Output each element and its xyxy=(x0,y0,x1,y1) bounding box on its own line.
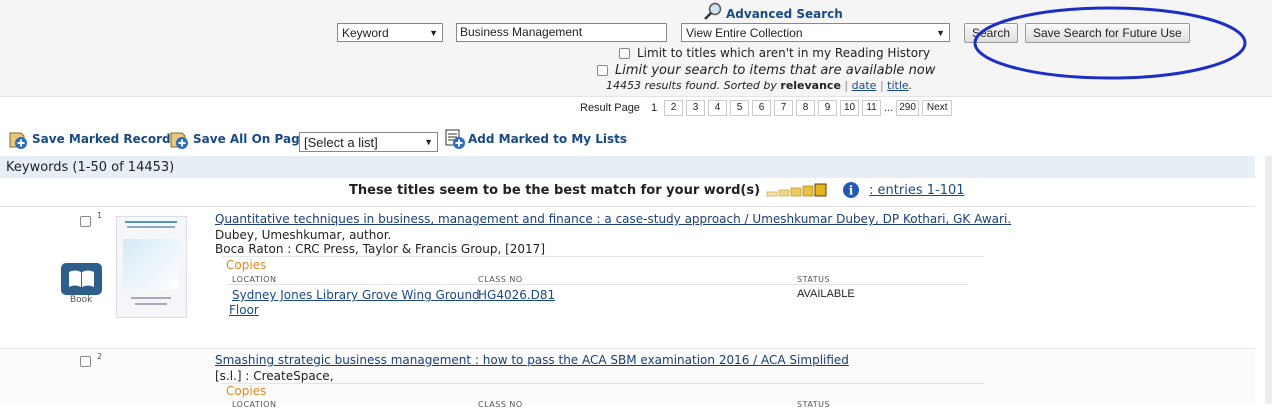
limit-available-option[interactable]: Limit your search to items that are avai… xyxy=(597,63,935,78)
chevron-down-icon: ▼ xyxy=(936,27,945,38)
status-column-header: STATUS xyxy=(797,275,831,284)
book-format-icon xyxy=(61,263,102,295)
book-cover[interactable] xyxy=(116,216,187,318)
cover-title-line xyxy=(127,226,175,228)
pagination-page[interactable]: 11 xyxy=(862,100,882,116)
collection-value: View Entire Collection xyxy=(686,25,803,40)
location-link[interactable]: Sydney Jones Library Grove Wing Ground xyxy=(232,288,480,302)
class-column-header: CLASS NO xyxy=(478,275,523,284)
limit-history-checkbox[interactable] xyxy=(619,47,630,59)
relevance-meter-icon xyxy=(766,183,827,197)
advanced-search-label: Advanced Search xyxy=(726,7,843,21)
result-record: 2 Smashing strategic business management… xyxy=(0,349,1255,409)
class-column-header: CLASS NO xyxy=(478,400,523,409)
pagination-page[interactable]: 7 xyxy=(774,100,794,116)
copies-row-divider xyxy=(228,284,968,285)
search-field-value: Keyword xyxy=(342,25,389,40)
results-found-text: 14453 results found. Sorted by xyxy=(606,79,777,92)
limit-available-label: Limit your search to items that are avai… xyxy=(615,63,936,78)
location-column-header: LOCATION xyxy=(232,400,277,409)
limit-available-checkbox[interactable] xyxy=(597,65,608,76)
search-input[interactable]: Business Management xyxy=(456,23,667,42)
limit-history-label: Limit to titles which aren't in my Readi… xyxy=(637,46,931,60)
copies-label: Copies xyxy=(226,258,267,272)
annotation-ellipse xyxy=(973,6,1247,80)
pagination: Result Page 1 2 3 4 5 6 7 8 9 10 11 ... … xyxy=(580,100,953,116)
chevron-down-icon: ▼ xyxy=(429,27,438,38)
cover-author-line xyxy=(135,303,167,305)
advanced-search-link[interactable]: Advanced Search xyxy=(703,1,843,21)
status-column-header: STATUS xyxy=(797,400,831,409)
magnifier-icon xyxy=(704,2,722,20)
record-publisher: [s.l.] : CreateSpace, xyxy=(215,369,334,383)
pagination-page[interactable]: 5 xyxy=(730,100,750,116)
result-record: 1 Book Quantitative techniques in busine… xyxy=(0,208,1255,348)
copies-divider xyxy=(222,256,984,257)
pagination-page[interactable]: 10 xyxy=(840,100,860,116)
format-label: Book xyxy=(70,295,93,305)
add-marked-label: Add Marked to My Lists xyxy=(468,132,628,146)
sort-current: relevance xyxy=(780,79,841,92)
scrollbar-track[interactable] xyxy=(1265,156,1272,404)
save-all-on-page[interactable]: Save All On Page xyxy=(167,128,308,150)
record-author: Dubey, Umeshkumar, author. xyxy=(215,228,392,242)
copies-label: Copies xyxy=(226,384,267,398)
pagination-page[interactable]: 4 xyxy=(708,100,728,116)
chevron-down-icon: ▼ xyxy=(424,137,433,147)
location-column-header: LOCATION xyxy=(232,275,277,284)
save-all-icon xyxy=(170,132,188,149)
cover-art xyxy=(123,239,179,289)
svg-text:i: i xyxy=(849,184,854,198)
limit-history-option[interactable]: Limit to titles which aren't in my Readi… xyxy=(619,46,930,60)
open-book-icon xyxy=(69,270,94,287)
pagination-current: 1 xyxy=(650,102,658,114)
sort-separator: | xyxy=(844,79,849,92)
info-icon[interactable]: i xyxy=(842,181,860,199)
sort-separator: | xyxy=(879,79,884,92)
list-select[interactable]: [Select a list] ▼ xyxy=(299,132,438,152)
relevance-bar: These titles seem to be the best match f… xyxy=(349,181,965,199)
pagination-next[interactable]: Next xyxy=(921,100,953,116)
record-checkbox[interactable] xyxy=(80,356,91,367)
sort-end: . xyxy=(908,79,913,92)
add-to-list-icon xyxy=(445,129,465,149)
save-marked-label: Save Marked Records xyxy=(32,132,178,146)
status-value: AVAILABLE xyxy=(797,288,855,300)
results-summary: 14453 results found. Sorted by relevance… xyxy=(606,79,912,92)
save-all-label: Save All On Page xyxy=(193,132,308,146)
collection-select[interactable]: View Entire Collection ▼ xyxy=(681,23,950,42)
cover-author-line xyxy=(131,297,171,299)
pagination-page[interactable]: 3 xyxy=(686,100,706,116)
results-header: Keywords (1-50 of 14453) xyxy=(0,156,1255,178)
divider xyxy=(0,206,1255,207)
save-marked-records[interactable]: Save Marked Records xyxy=(6,128,178,150)
pagination-page[interactable]: 6 xyxy=(752,100,772,116)
relevance-text: These titles seem to be the best match f… xyxy=(349,182,761,198)
results-header-text: Keywords (1-50 of 14453) xyxy=(6,159,175,175)
location-link-continued[interactable]: Floor xyxy=(229,303,259,317)
pagination-ellipsis: ... xyxy=(884,102,894,114)
sort-date-link[interactable]: date xyxy=(852,79,877,92)
record-title-link[interactable]: Smashing strategic business management :… xyxy=(215,353,849,367)
pagination-page[interactable]: 8 xyxy=(796,100,816,116)
record-checkbox[interactable] xyxy=(80,216,91,227)
record-number: 2 xyxy=(97,352,103,361)
record-title-link[interactable]: Quantitative techniques in business, man… xyxy=(215,212,1011,226)
save-records-icon xyxy=(9,132,27,149)
pagination-label: Result Page xyxy=(580,102,640,114)
search-field-select[interactable]: Keyword ▼ xyxy=(337,23,443,42)
entries-link[interactable]: : entries 1-101 xyxy=(869,183,964,198)
record-number: 1 xyxy=(97,211,103,220)
sort-title-link[interactable]: title xyxy=(887,79,909,92)
list-select-value: [Select a list] xyxy=(304,134,378,150)
add-marked-to-lists[interactable]: Add Marked to My Lists xyxy=(444,128,627,150)
copies-divider xyxy=(222,383,984,384)
class-number-link[interactable]: HG4026.D81 xyxy=(478,288,555,302)
pagination-last[interactable]: 290 xyxy=(896,100,919,116)
cover-title-line xyxy=(125,221,177,223)
pagination-page[interactable]: 9 xyxy=(818,100,838,116)
pagination-page[interactable]: 2 xyxy=(664,100,684,116)
record-publisher: Boca Raton : CRC Press, Taylor & Francis… xyxy=(215,242,545,256)
